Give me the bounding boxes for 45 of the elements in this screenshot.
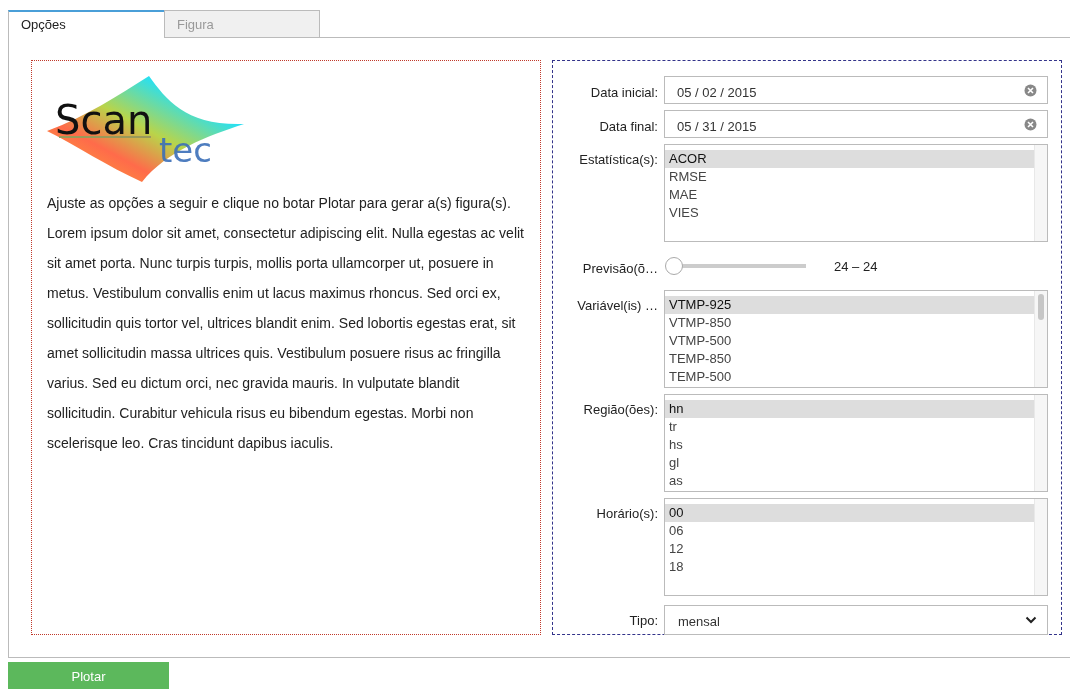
date-value: 05 / 02 / 2015: [677, 83, 758, 100]
select-value: mensal: [678, 613, 721, 629]
chevron-down-icon: [1025, 616, 1037, 624]
date-field[interactable]: 05 / 02 / 2015: [664, 76, 1048, 104]
clear-icon[interactable]: [1024, 83, 1037, 97]
slider-reading: 24 – 24: [834, 258, 878, 274]
date-value: 05 / 31 / 2015: [677, 117, 758, 134]
list-option[interactable]: VTMP-500: [665, 332, 1034, 350]
list-option[interactable]: hn: [665, 400, 1034, 418]
intro-paragraph: Lorem ipsum dolor sit amet, consectetur adipiscing elit. Nulla egestas ac velit sit amet porta. Nunc turpis turpis, mollis porta ullamcorper ut, posuere in metus. Vestibulum convallis enim ut lacus maximus rhoncus. Sed orci ex, sollicitudin quis tortor vel, ultrices blandit enim. Sed lobortis egestas erat, sit amet sollicitudin massa ultrices quis. Vestibulum posuere risus ac fringilla varius. Sed eu dictum orci, nec gravida mauris. In vulputate blandit sollicitudin. Curabitur vehicula risus eu bibendum egestas. Morbi non scelerisque leo. Cras tincidunt dapibus iaculis.: [47, 224, 525, 453]
list-option[interactable]: MAE: [665, 186, 1034, 204]
list-option[interactable]: 12: [665, 540, 1034, 558]
field-label: Região(ões):: [582, 401, 658, 419]
field-label: Estatística(s):: [578, 151, 658, 169]
slider-thumb[interactable]: [665, 257, 683, 275]
list-box[interactable]: 00 06 12 18: [664, 498, 1048, 596]
list-option[interactable]: VTMP-925: [665, 296, 1034, 314]
clear-icon[interactable]: [1024, 117, 1037, 131]
field-label: Tipo:: [628, 612, 658, 628]
list-box[interactable]: hn tr hs gl as: [664, 394, 1048, 492]
list-option[interactable]: ACOR: [665, 150, 1034, 168]
list-option[interactable]: TEMP-850: [665, 350, 1034, 368]
tab[interactable]: Opções: [8, 10, 164, 38]
list-option[interactable]: tr: [665, 418, 1034, 436]
field-label: Previsão(õ…: [581, 259, 658, 276]
list-option[interactable]: 18: [665, 558, 1034, 576]
list-box[interactable]: ACOR RMSE MAE VIES: [664, 144, 1048, 242]
list-option[interactable]: hs: [665, 436, 1034, 454]
list-box[interactable]: VTMP-925 VTMP-850 VTMP-500 TEMP-850 TEMP-500: [664, 290, 1048, 388]
dropdown-field[interactable]: mensal: [664, 605, 1048, 635]
field-label: Horário(s):: [595, 505, 658, 523]
list-option[interactable]: VIES: [665, 204, 1034, 222]
list-option[interactable]: TEMP-500: [665, 368, 1034, 386]
list-option[interactable]: VTMP-850: [665, 314, 1034, 332]
date-field[interactable]: 05 / 31 / 2015: [664, 110, 1048, 138]
list-option[interactable]: 00: [665, 504, 1034, 522]
list-option[interactable]: as: [665, 472, 1034, 490]
scrollbar-thumb[interactable]: [1038, 294, 1044, 320]
list-option[interactable]: RMSE: [665, 168, 1034, 186]
intro-paragraph: Ajuste as opções a seguir e clique no botar Plotar para gerar a(s) figura(s).: [47, 194, 512, 213]
list-option[interactable]: 06: [665, 522, 1034, 540]
field-label: Data inicial:: [589, 83, 658, 100]
field-label: Data final:: [598, 117, 658, 134]
list-option[interactable]: gl: [665, 454, 1034, 472]
field-label: Variável(is) …: [576, 297, 658, 315]
